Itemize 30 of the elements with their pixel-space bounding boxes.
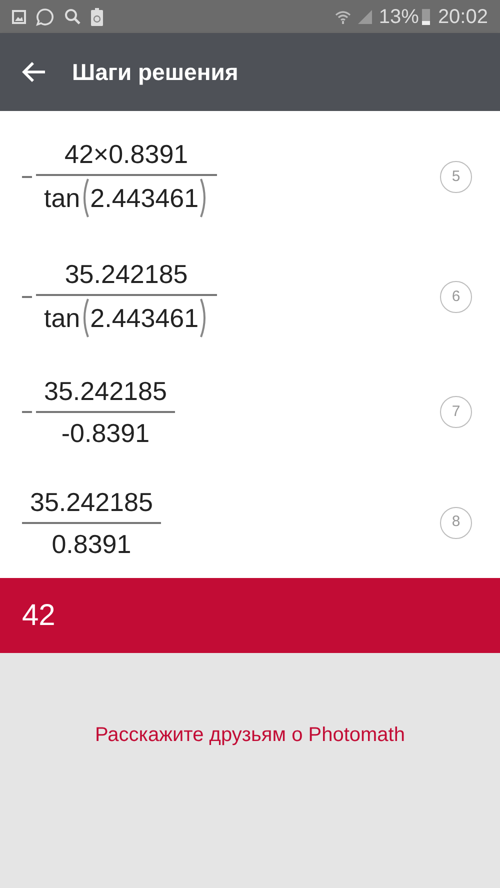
minus-sign <box>22 411 32 413</box>
search-icon <box>64 8 81 25</box>
chat-bubble-icon <box>36 8 54 26</box>
numerator: 35.242185 <box>43 375 168 408</box>
recycle-battery-icon <box>91 8 103 26</box>
function-name: tan <box>44 182 80 215</box>
numerator: 35.242185 <box>64 258 189 291</box>
step-number: 7 <box>440 396 472 428</box>
numerator: 42×0.8391 <box>63 138 190 171</box>
signal-icon <box>356 8 373 24</box>
result-value: 42 <box>22 598 56 634</box>
wifi-icon <box>334 8 351 24</box>
battery-icon <box>422 8 430 25</box>
share-link[interactable]: Расскажите друзьям о Photomath <box>95 720 405 750</box>
step-number: 8 <box>440 506 472 538</box>
denominator: 0.8391 <box>52 528 132 558</box>
clock: 20:02 <box>438 4 488 30</box>
step-number: 6 <box>440 281 472 313</box>
image-icon <box>12 10 26 24</box>
numerator: 35.242185 <box>29 486 154 518</box>
function-argument: 2.443461 <box>90 302 199 335</box>
minus-sign <box>22 176 32 178</box>
function-argument: 2.443461 <box>90 182 199 215</box>
back-arrow-icon[interactable] <box>22 61 46 83</box>
function-name: tan <box>44 302 80 335</box>
battery-percentage: 13% <box>378 4 419 30</box>
denominator: -0.8391 <box>61 418 150 448</box>
screen-title: Шаги решения <box>72 58 238 87</box>
step-number: 5 <box>440 161 472 193</box>
minus-sign <box>22 296 32 298</box>
